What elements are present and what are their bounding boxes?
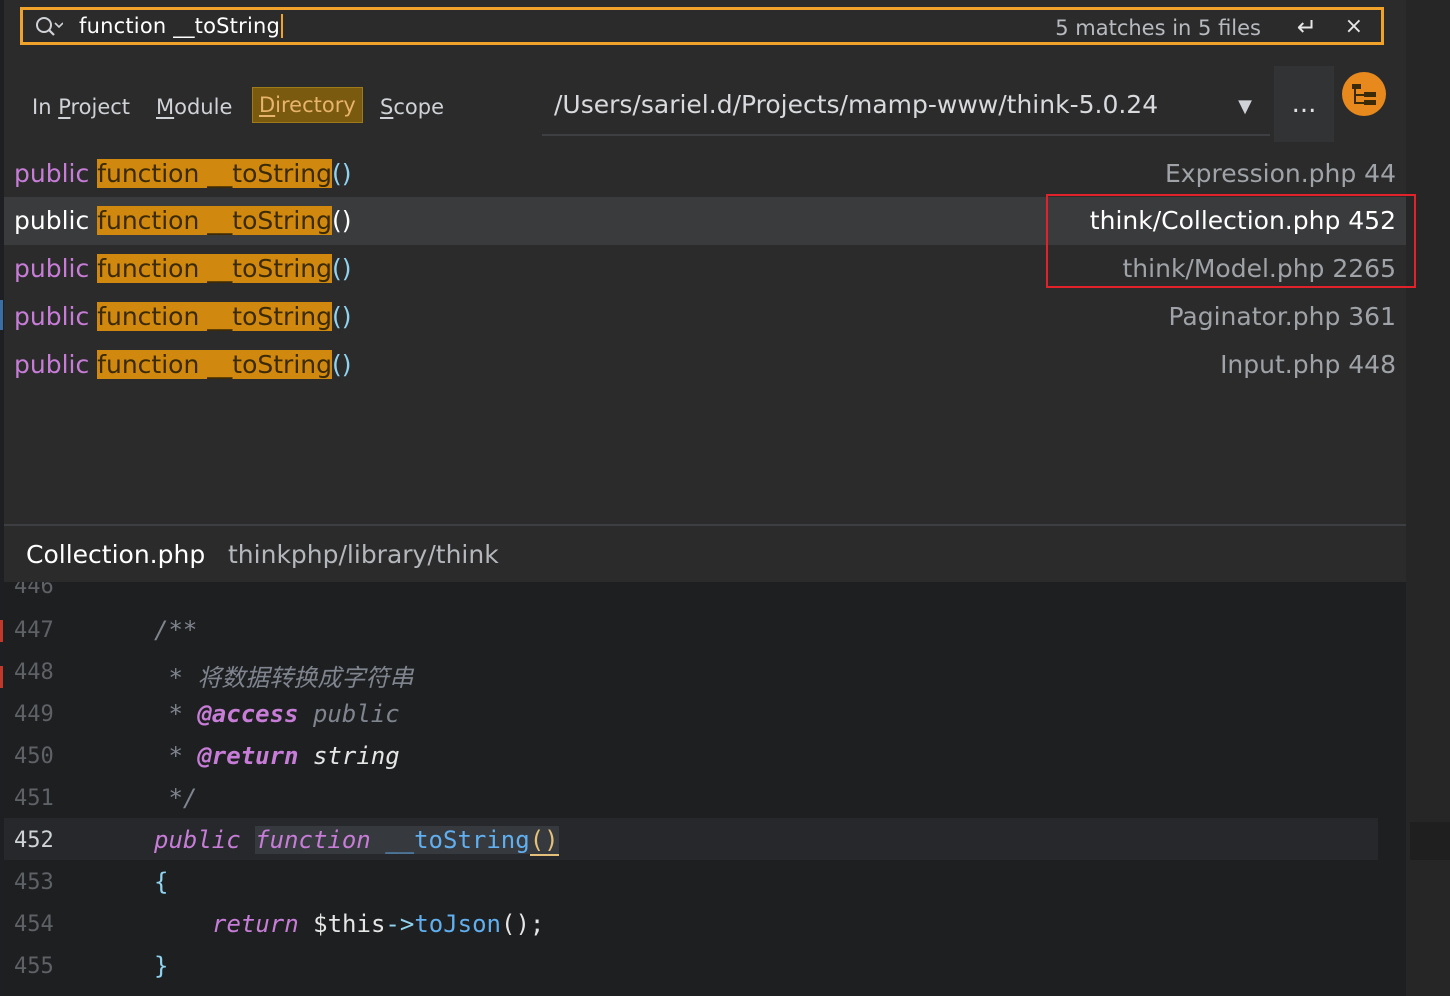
result-row[interactable]: public function __toString() Input.php 4… xyxy=(4,341,1406,389)
code-line: { xyxy=(154,868,169,896)
enter-icon[interactable]: ↵ xyxy=(1297,13,1317,41)
line-number: 455 xyxy=(14,954,54,979)
match-count: 5 matches in 5 files xyxy=(1055,16,1261,40)
right-gutter xyxy=(1406,0,1450,996)
tab-scope[interactable]: Scope xyxy=(374,93,450,121)
result-file: Input.php 448 xyxy=(1220,350,1396,379)
preview-header: Collection.php thinkphp/library/think xyxy=(4,526,1406,582)
close-icon[interactable]: × xyxy=(1345,14,1363,39)
result-file: Expression.php 44 xyxy=(1165,159,1396,188)
annotation-box xyxy=(1046,194,1416,288)
text-caret xyxy=(281,14,284,38)
line-number: 454 xyxy=(14,912,54,937)
line-number: 446 xyxy=(14,582,54,599)
chevron-down-icon[interactable]: ▼ xyxy=(1238,96,1252,117)
preview-file-path: thinkphp/library/think xyxy=(228,540,499,569)
result-row[interactable]: public function __toString() Paginator.p… xyxy=(4,293,1406,341)
search-query-text: function __toString xyxy=(79,14,281,38)
line-number: 451 xyxy=(14,786,54,811)
line-number: 450 xyxy=(14,744,54,769)
file-tree-button[interactable] xyxy=(1342,72,1386,116)
tab-directory[interactable]: Directory xyxy=(252,87,363,123)
code-line: * @access public xyxy=(154,700,400,728)
code-line: * 将数据转换成字符串 xyxy=(154,664,414,692)
line-number: 449 xyxy=(14,702,54,727)
directory-path-value: /Users/sariel.d/Projects/mamp-www/think-… xyxy=(554,90,1159,119)
preview-file-name: Collection.php xyxy=(26,540,206,569)
code-line: * @return string xyxy=(154,742,400,770)
code-line: */ xyxy=(154,784,198,812)
line-number: 453 xyxy=(14,870,54,895)
code-line: /** xyxy=(154,616,198,644)
edge-marker xyxy=(0,666,3,688)
search-bar: function __toString 5 matches in 5 files… xyxy=(20,7,1384,45)
code-preview[interactable]: 446 447 448 449 450 451 452 453 454 455 … xyxy=(4,582,1406,996)
directory-path-select[interactable]: /Users/sariel.d/Projects/mamp-www/think-… xyxy=(542,86,1270,136)
line-number: 447 xyxy=(14,618,54,643)
tab-module[interactable]: Module xyxy=(150,93,238,121)
search-icon[interactable] xyxy=(35,16,63,38)
code-line: } xyxy=(154,952,169,980)
line-number: 448 xyxy=(14,660,54,685)
line-number-current: 452 xyxy=(14,828,54,853)
structure-tree-icon xyxy=(1352,84,1376,105)
edge-marker xyxy=(0,300,3,330)
result-file: Paginator.php 361 xyxy=(1168,302,1396,331)
result-row[interactable]: public function __toString() Expression.… xyxy=(4,150,1406,198)
browse-button[interactable]: ... xyxy=(1274,66,1334,142)
edge-marker xyxy=(0,620,3,642)
code-line: return $this->toJson(); xyxy=(212,910,545,938)
tab-in-project[interactable]: In Project xyxy=(26,93,136,121)
gutter-current-line xyxy=(1410,822,1450,860)
search-input[interactable]: function __toString xyxy=(79,14,284,38)
code-line-current: public function __toString() xyxy=(154,826,559,856)
